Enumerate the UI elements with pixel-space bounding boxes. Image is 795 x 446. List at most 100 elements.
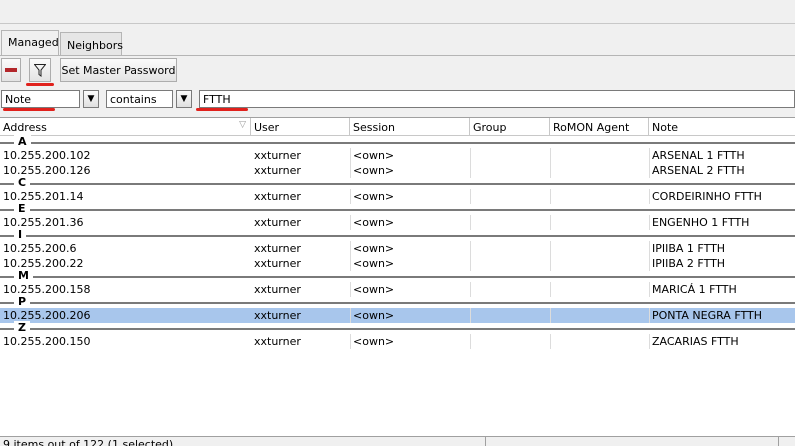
table-row[interactable]: 10.255.200.102 xxturner <own> ARSENAL 1 … [0, 148, 795, 163]
remove-button[interactable] [1, 58, 21, 82]
toolbar: Set Master Password [0, 57, 795, 86]
status-text: 9 items out of 122 (1 selected) [3, 438, 174, 446]
cell-romon-agent [550, 148, 649, 163]
column-header-note-label: Note [652, 121, 679, 134]
cell-address: 10.255.200.6 [3, 242, 77, 255]
tab-neighbors-label: Neighbors [67, 39, 123, 52]
table-row[interactable]: 10.255.201.14 xxturner <own> CORDEIRINHO… [0, 189, 795, 204]
top-bar [0, 0, 795, 24]
filter-value-text: FTTH [203, 93, 231, 106]
group-letter: P [14, 295, 31, 308]
group-header: C [0, 176, 795, 189]
cell-address: 10.255.200.158 [3, 283, 91, 296]
cell-romon-agent [550, 163, 649, 178]
column-header-session-label: Session [353, 121, 395, 134]
group-header: E [0, 202, 795, 215]
group-header: M [0, 269, 795, 282]
filter-operator-dropdown[interactable]: ▼ [176, 90, 192, 108]
group-letter: I [14, 228, 27, 241]
column-header-group[interactable]: Group [470, 118, 550, 136]
set-master-password-button[interactable]: Set Master Password [60, 58, 177, 82]
cell-group [470, 163, 550, 178]
group-header: Z [0, 321, 795, 334]
filter-funnel-icon [34, 63, 46, 77]
cell-group [470, 215, 550, 230]
status-bar: 9 items out of 122 (1 selected) [0, 436, 795, 446]
group-header: A [0, 135, 795, 148]
tab-managed[interactable]: Managed [1, 30, 59, 55]
cell-user: xxturner [254, 164, 301, 177]
table-row[interactable]: 10.255.200.158 xxturner <own> MARICÁ 1 F… [0, 282, 795, 297]
group-letter: C [14, 176, 31, 189]
table-body: A 10.255.200.102 xxturner <own> ARSENAL … [0, 135, 795, 349]
table-header: Address ▽ User Session Group RoMON Agent … [0, 118, 795, 136]
set-master-password-label: Set Master Password [61, 63, 176, 77]
cell-group [470, 256, 550, 271]
cell-romon-agent [550, 241, 649, 256]
group-letter: A [14, 135, 31, 148]
cell-session: <own> [353, 335, 395, 348]
table-row-selected[interactable]: 10.255.200.206 xxturner <own> PONTA NEGR… [0, 308, 795, 323]
column-header-address-label: Address [3, 121, 47, 134]
filter-bar: Note ▼ contains ▼ FTTH [0, 90, 795, 111]
table-row[interactable]: 10.255.200.150 xxturner <own> ZACARIAS F… [0, 334, 795, 349]
column-header-romon-agent-label: RoMON Agent [553, 121, 630, 134]
column-header-address[interactable]: Address ▽ [0, 118, 251, 136]
column-header-group-label: Group [473, 121, 507, 134]
status-separator [778, 437, 779, 446]
cell-note: ENGENHO 1 FTTH [652, 216, 750, 229]
table-row[interactable]: 10.255.200.22 xxturner <own> IPIIBA 2 FT… [0, 256, 795, 271]
table-row[interactable]: 10.255.200.6 xxturner <own> IPIIBA 1 FTT… [0, 241, 795, 256]
cell-session: <own> [353, 283, 395, 296]
cell-group [470, 241, 550, 256]
group-header: I [0, 228, 795, 241]
cell-romon-agent [550, 215, 649, 230]
column-header-note[interactable]: Note [649, 118, 795, 136]
table-row[interactable]: 10.255.201.36 xxturner <own> ENGENHO 1 F… [0, 215, 795, 230]
cell-user: xxturner [254, 283, 301, 296]
filter-operator-select[interactable]: contains [106, 90, 173, 108]
filter-field-dropdown[interactable]: ▼ [83, 90, 99, 108]
cell-address: 10.255.201.36 [3, 216, 84, 229]
annotation-underline-value [196, 108, 248, 111]
minus-icon [5, 68, 17, 72]
dropdown-arrow-icon: ▼ [87, 93, 95, 104]
cell-address: 10.255.200.102 [3, 149, 91, 162]
status-separator [485, 437, 486, 446]
column-header-user-label: User [254, 121, 280, 134]
cell-user: xxturner [254, 242, 301, 255]
tab-divider [0, 55, 795, 56]
filter-button[interactable] [29, 58, 51, 82]
cell-user: xxturner [254, 309, 301, 322]
cell-group [470, 148, 550, 163]
cell-note: ZACARIAS FTTH [652, 335, 739, 348]
cell-romon-agent [550, 282, 649, 297]
cell-romon-agent [550, 256, 649, 271]
cell-note: IPIIBA 1 FTTH [652, 242, 726, 255]
annotation-underline-filter [26, 83, 54, 86]
group-letter: M [14, 269, 33, 282]
column-header-user[interactable]: User [251, 118, 350, 136]
cell-note: PONTA NEGRA FTTH [652, 309, 762, 322]
column-header-session[interactable]: Session [350, 118, 470, 136]
cell-user: xxturner [254, 335, 301, 348]
cell-note: CORDEIRINHO FTTH [652, 190, 762, 203]
sort-arrow-icon: ▽ [239, 120, 246, 130]
cell-user: xxturner [254, 190, 301, 203]
tab-neighbors[interactable]: Neighbors [60, 32, 123, 55]
cell-session: <own> [353, 216, 395, 229]
column-header-romon-agent[interactable]: RoMON Agent [550, 118, 649, 136]
cell-user: xxturner [254, 216, 301, 229]
group-letter: E [14, 202, 30, 215]
cell-note: MARICÁ 1 FTTH [652, 283, 737, 296]
cell-session: <own> [353, 190, 395, 203]
cell-group [470, 189, 550, 204]
group-letter: Z [14, 321, 30, 334]
cell-user: xxturner [254, 149, 301, 162]
filter-value-input[interactable]: FTTH [199, 90, 795, 108]
annotation-underline-field [3, 108, 55, 111]
filter-field-select[interactable]: Note [1, 90, 80, 108]
cell-romon-agent [550, 334, 649, 349]
cell-user: xxturner [254, 257, 301, 270]
table-row[interactable]: 10.255.200.126 xxturner <own> ARSENAL 2 … [0, 163, 795, 178]
